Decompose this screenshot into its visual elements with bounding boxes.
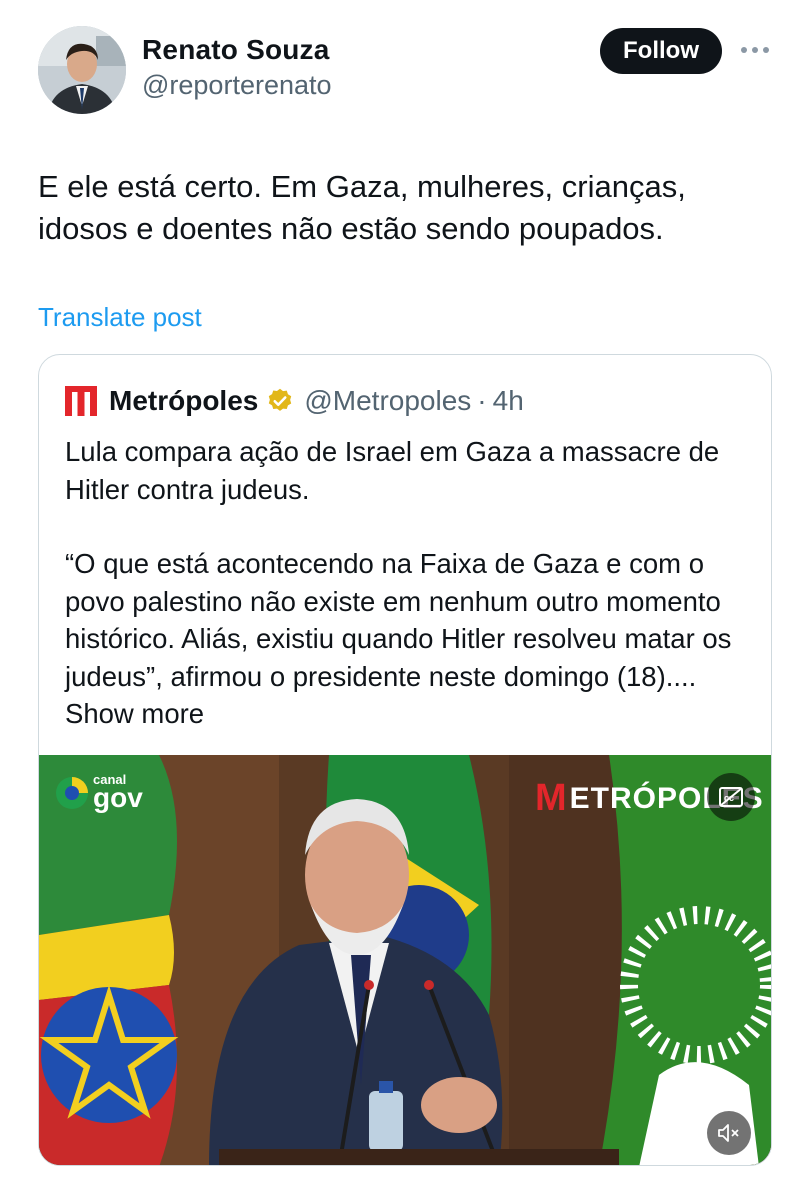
follow-button[interactable]: Follow <box>600 28 722 74</box>
quoted-text: Lula compara ação de Israel em Gaza a ma… <box>65 433 755 733</box>
verified-badge-icon <box>269 388 292 411</box>
quoted-paragraph-1: Lula compara ação de Israel em Gaza a ma… <box>65 436 720 505</box>
post-header: Renato Souza @reporterenato Follow <box>38 26 778 116</box>
author-handle[interactable]: @reporterenato <box>142 70 332 101</box>
metropoles-logo-icon <box>65 386 97 416</box>
canal-gov-big-text: gov <box>93 782 143 813</box>
quoted-paragraph-2: “O que está acontecendo na Faixa de Gaza… <box>65 545 755 733</box>
quoted-post[interactable]: Metrópoles @Metropoles · 4h Lula compara… <box>38 354 772 1166</box>
avatar[interactable] <box>38 26 126 114</box>
watermark-m: M <box>535 777 568 819</box>
quoted-author-name[interactable]: Metrópoles <box>109 385 258 417</box>
canal-gov-icon <box>56 776 88 809</box>
mute-icon[interactable] <box>707 1111 751 1155</box>
author-names: Renato Souza @reporterenato <box>142 34 332 101</box>
more-icon[interactable] <box>738 40 772 60</box>
author-display-name[interactable]: Renato Souza <box>142 34 332 66</box>
show-more-link[interactable]: Show more <box>65 698 204 729</box>
translate-post-link[interactable]: Translate post <box>38 302 202 333</box>
quoted-post-header: Metrópoles @Metropoles · 4h <box>65 383 524 419</box>
quoted-paragraph-2-text: “O que está acontecendo na Faixa de Gaza… <box>65 548 732 692</box>
quoted-time[interactable]: 4h <box>493 385 524 417</box>
canal-gov-logo: canal gov <box>55 773 143 812</box>
quoted-author-handle[interactable]: @Metropoles <box>304 385 471 417</box>
video-player[interactable]: canal gov M ETRÓPOLES cc <box>39 755 771 1165</box>
closed-captions-icon[interactable]: cc <box>707 773 755 821</box>
quoted-separator: · <box>477 385 487 416</box>
post-text: E ele está certo. Em Gaza, mulheres, cri… <box>38 169 686 246</box>
